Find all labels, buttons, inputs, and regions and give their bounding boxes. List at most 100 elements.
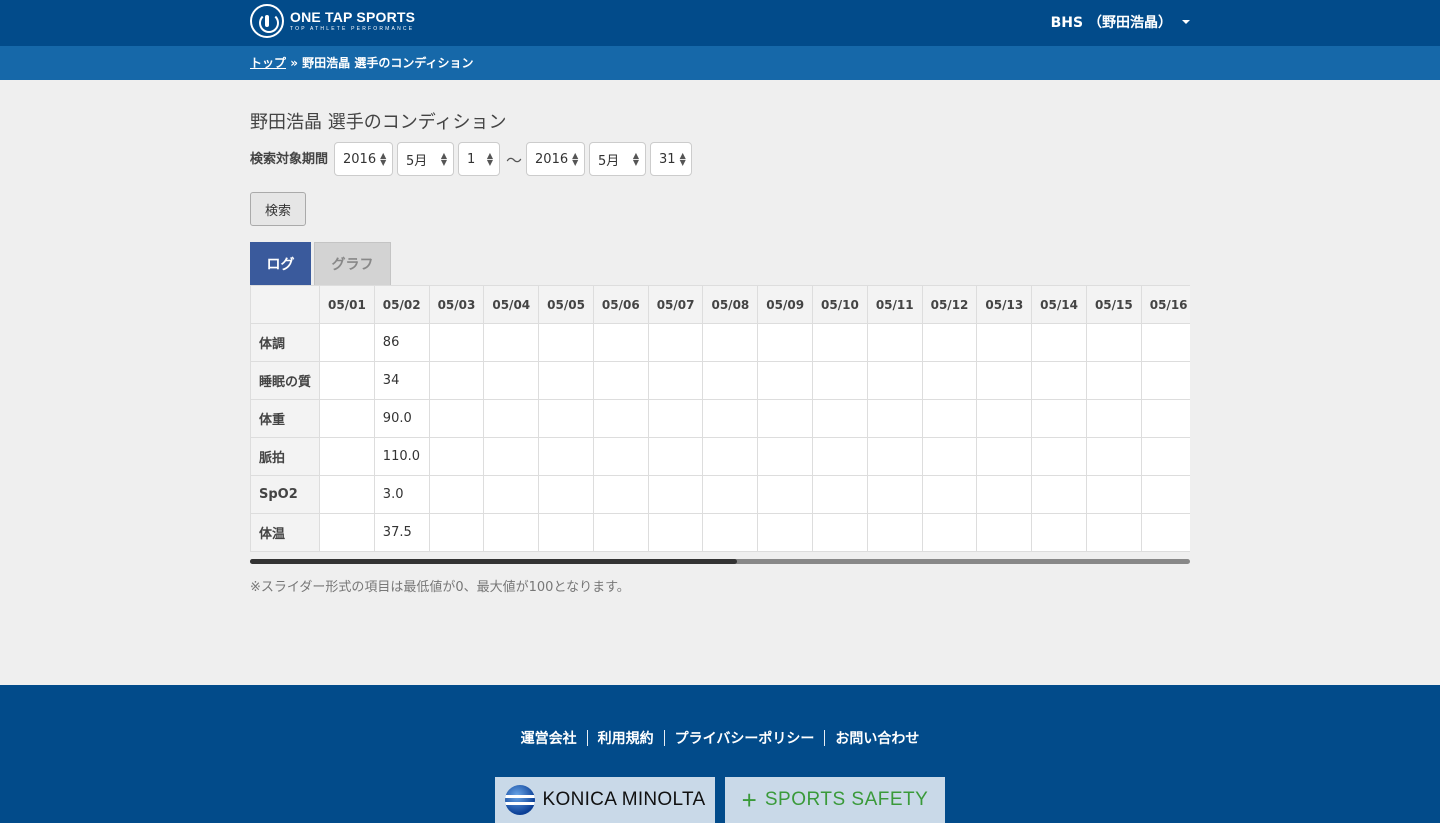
- footer-link-contact[interactable]: お問い合わせ: [825, 728, 929, 748]
- table-cell: [976, 513, 1033, 552]
- period-selector: 検索対象期間 2016 ▲ ▼ 5月 ▲ ▼ 1 ▲ ▼ 〜 2016 ▲ ▼ 5月 ▲…: [250, 142, 696, 176]
- table-row: 体調 86: [250, 323, 1190, 362]
- to-year-select[interactable]: 2016 ▲ ▼: [526, 142, 586, 176]
- footer-link-terms[interactable]: 利用規約: [588, 728, 664, 748]
- table-cell: [866, 323, 923, 362]
- user-menu-dropdown[interactable]: BHS （野田浩晶）: [1051, 12, 1190, 32]
- search-button[interactable]: 検索: [250, 192, 306, 226]
- table-cell: [483, 399, 540, 438]
- table-cell: [1031, 437, 1087, 476]
- condition-log-table: 05/01 05/02 05/03 05/04 05/05 05/06 05/07 05/08…: [250, 285, 1190, 552]
- table-cell: 34: [373, 361, 430, 400]
- scrollbar-thumb[interactable]: [250, 559, 737, 564]
- brand-logo[interactable]: ONE TAP SPORTS TOP ATHLETE PERFORMANCE: [250, 4, 415, 38]
- table-cell: [1031, 323, 1087, 362]
- table-corner-cell: [250, 285, 321, 324]
- table-cell: [319, 475, 375, 514]
- table-row-label: 体温: [250, 513, 321, 552]
- horizontal-scrollbar[interactable]: [250, 559, 1190, 564]
- table-cell: [1140, 399, 1190, 438]
- table-row: SpO2 3.0: [250, 475, 1190, 514]
- table-column-header: 05/02: [373, 285, 430, 324]
- table-cell: [757, 399, 814, 438]
- breadcrumb-bar: トップ » 野田浩晶 選手のコンディション: [0, 46, 1440, 80]
- page-title: 野田浩晶 選手のコンディション: [250, 112, 507, 133]
- table-cell: [483, 475, 540, 514]
- table-cell: [1085, 513, 1142, 552]
- table-row-label: 脈拍: [250, 437, 321, 476]
- table-row: 体重 90.0: [250, 399, 1190, 438]
- konica-minolta-badge[interactable]: KONICA MINOLTA: [495, 777, 715, 823]
- table-cell: [921, 437, 978, 476]
- table-cell: [592, 399, 649, 438]
- table-cell: [702, 361, 759, 400]
- select-arrows-icon: ▲ ▼: [440, 151, 448, 167]
- to-month-select[interactable]: 5月 ▲ ▼: [589, 142, 647, 176]
- view-tabs: ログ グラフ: [250, 242, 394, 286]
- table-cell: [702, 513, 759, 552]
- table-cell: [921, 399, 978, 438]
- footer: 運営会社 利用規約 プライバシーポリシー お問い合わせ KONICA MINOL…: [0, 685, 1440, 823]
- table-cell: [428, 361, 485, 400]
- to-day-value: 31: [659, 151, 676, 167]
- table-cell: [702, 399, 759, 438]
- table-column-header: 05/13: [976, 285, 1033, 324]
- table-column-header: 05/05: [538, 285, 594, 324]
- table-column-header: 05/15: [1085, 285, 1142, 324]
- footer-link-company[interactable]: 運営会社: [511, 728, 587, 748]
- user-menu-label: BHS （野田浩晶）: [1050, 15, 1172, 31]
- table-cell: [812, 513, 868, 552]
- footer-link-privacy[interactable]: プライバシーポリシー: [665, 728, 825, 748]
- plus-icon: +: [741, 785, 757, 815]
- table-cell: 90.0: [373, 399, 430, 438]
- table-cell: 37.5: [373, 513, 430, 552]
- table-column-header: 05/03: [428, 285, 485, 324]
- table-cell: [428, 399, 485, 438]
- table-cell: [538, 323, 594, 362]
- table-cell: [538, 437, 594, 476]
- table-row-label: 体調: [250, 323, 321, 362]
- table-header-row: 05/01 05/02 05/03 05/04 05/05 05/06 05/07 05/08…: [250, 285, 1190, 324]
- table-cell: [976, 361, 1033, 400]
- table-cell: [757, 323, 814, 362]
- tab-log[interactable]: ログ: [250, 242, 311, 285]
- table-cell: [812, 323, 868, 362]
- table-cell: 3.0: [373, 475, 430, 514]
- table-cell: [921, 513, 978, 552]
- table-cell: [702, 323, 759, 362]
- table-cell: [538, 399, 594, 438]
- table-cell: [757, 437, 814, 476]
- table-row: 睡眠の質 34: [250, 361, 1190, 400]
- to-day-select[interactable]: 31 ▲ ▼: [650, 142, 693, 176]
- table-cell: [1140, 513, 1190, 552]
- breadcrumb-home-link[interactable]: トップ: [250, 56, 286, 70]
- sports-safety-badge[interactable]: + SPORTS SAFETY: [725, 777, 945, 823]
- from-day-select[interactable]: 1 ▲ ▼: [458, 142, 501, 176]
- table-cell: [538, 361, 594, 400]
- table-cell: [1140, 475, 1190, 514]
- condition-log-table-container[interactable]: 05/01 05/02 05/03 05/04 05/05 05/06 05/07 05/08…: [250, 285, 1190, 552]
- table-column-header: 05/12: [921, 285, 978, 324]
- table-cell: [592, 361, 649, 400]
- table-cell: [1085, 323, 1142, 362]
- table-cell: [319, 437, 375, 476]
- tab-graph[interactable]: グラフ: [314, 242, 391, 285]
- select-arrows-icon: ▲ ▼: [679, 151, 686, 167]
- table-cell: [319, 399, 375, 438]
- table-cell: [812, 361, 868, 400]
- table-cell: [812, 437, 868, 476]
- table-cell: [921, 475, 978, 514]
- footer-divider: [586, 730, 588, 746]
- table-cell: [757, 361, 814, 400]
- table-cell: [647, 513, 704, 552]
- select-arrows-icon: ▲ ▼: [572, 151, 579, 167]
- table-column-header: 05/04: [483, 285, 540, 324]
- table-cell: [1031, 361, 1087, 400]
- from-month-select[interactable]: 5月 ▲ ▼: [397, 142, 455, 176]
- from-month-value: 5月: [406, 153, 428, 169]
- table-cell: [866, 361, 923, 400]
- from-year-select[interactable]: 2016 ▲ ▼: [334, 142, 394, 176]
- brand-name: ONE TAP SPORTS: [290, 9, 416, 25]
- table-column-header: 05/08: [702, 285, 759, 324]
- select-arrows-icon: ▲ ▼: [380, 151, 387, 167]
